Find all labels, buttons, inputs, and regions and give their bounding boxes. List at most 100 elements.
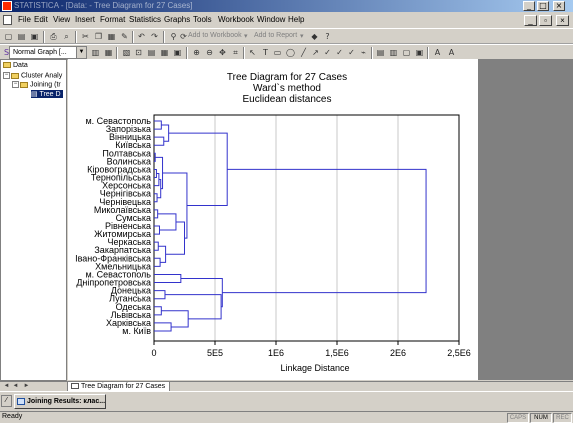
- menu-statistics[interactable]: Statistics: [129, 15, 161, 24]
- title-bar[interactable]: STATISTICA - [Data: - Tree Diagram for 2…: [0, 0, 573, 12]
- dendrogram-chart[interactable]: Tree Diagram for 27 Cases Ward`s method …: [68, 59, 478, 380]
- format-painter-icon[interactable]: ✎: [119, 31, 130, 42]
- freehand-tool-icon[interactable]: ✓: [322, 47, 333, 58]
- add-to-report-button[interactable]: Add to Report: [254, 32, 297, 39]
- text-tool-icon[interactable]: T: [260, 47, 271, 58]
- send-back-icon[interactable]: ▥: [388, 47, 399, 58]
- grid-lines: [214, 115, 399, 341]
- polygon-tool-icon[interactable]: ✓: [334, 47, 345, 58]
- x-axis-ticks: 0 5E5 1E6 1,5E6 2E6 2,5E6: [151, 341, 471, 358]
- add-to-workbook-button[interactable]: Add to Workbook: [188, 32, 242, 39]
- add-workbook-dropdown[interactable]: ▾: [244, 32, 248, 40]
- redo-icon[interactable]: ↷: [149, 31, 160, 42]
- line-tool-icon[interactable]: ╱: [298, 47, 309, 58]
- paste-icon[interactable]: ▦: [106, 31, 117, 42]
- document-icon[interactable]: [3, 15, 12, 25]
- task-joining-results[interactable]: Joining Results: клас...: [14, 394, 106, 409]
- graph-layout-icon[interactable]: ▥: [90, 47, 101, 58]
- font-size-icon[interactable]: A: [446, 47, 457, 58]
- mdi-close-button[interactable]: ×: [556, 15, 569, 26]
- taskbar: ⁄ Joining Results: клас...: [0, 391, 573, 411]
- undo-icon[interactable]: ↶: [136, 31, 147, 42]
- menu-bar: File Edit View Insert Format Statistics …: [0, 13, 573, 28]
- cut-icon[interactable]: ✂: [80, 31, 91, 42]
- menu-insert[interactable]: Insert: [75, 15, 95, 24]
- save-icon[interactable]: ▣: [29, 31, 40, 42]
- pan-icon[interactable]: ✥: [217, 47, 228, 58]
- menu-format[interactable]: Format: [100, 15, 125, 24]
- graph-type-select[interactable]: Normal Graph [... ▼: [9, 46, 87, 59]
- graph-window[interactable]: Tree Diagram for 27 Cases Ward`s method …: [68, 59, 478, 380]
- x-tick-label: 5E5: [207, 348, 223, 358]
- new-icon[interactable]: ▢: [3, 31, 14, 42]
- tab-first-arrow[interactable]: ◄: [2, 382, 11, 391]
- tree-node-joining[interactable]: − Joining (tr: [12, 81, 61, 88]
- mdi-restore-button[interactable]: ▫: [539, 15, 552, 26]
- graph-table-icon[interactable]: ▦: [159, 47, 170, 58]
- help-pointer-icon[interactable]: ?: [322, 31, 333, 42]
- open-icon[interactable]: ▤: [16, 31, 27, 42]
- arrow-tool-icon[interactable]: ↗: [310, 47, 321, 58]
- tree-node-cluster[interactable]: − Cluster Analy: [3, 72, 62, 79]
- x-tick-label: 0: [151, 348, 156, 358]
- minimize-button[interactable]: _: [523, 1, 535, 11]
- group-icon[interactable]: ▢: [401, 47, 412, 58]
- tree-root[interactable]: Data: [3, 62, 28, 69]
- menu-window[interactable]: Window: [257, 15, 285, 24]
- mdi-window-icon[interactable]: ⁄: [1, 395, 12, 407]
- chart-subtitle-2: Euclidean distances: [243, 94, 332, 105]
- ungroup-icon[interactable]: ▣: [414, 47, 425, 58]
- menu-edit[interactable]: Edit: [34, 15, 48, 24]
- marker-tool-icon[interactable]: ⌁: [358, 47, 369, 58]
- dendrogram-link: [222, 168, 427, 294]
- graph-toolbar: S Normal Graph [... ▼ ▥ ▦ ▧ ⊡ ▤ ▦ ▣ ⊕ ⊖ …: [0, 44, 573, 60]
- maximize-button[interactable]: □: [537, 1, 549, 11]
- sheet-tab-bar: ◄ ◄ ► Tree Diagram for 27 Cases: [0, 381, 573, 392]
- chevron-down-icon[interactable]: ▼: [76, 47, 86, 58]
- tab-prev-arrow[interactable]: ◄: [11, 382, 20, 391]
- menu-view[interactable]: View: [53, 15, 70, 24]
- print-preview-icon[interactable]: ⌕: [61, 31, 72, 42]
- graph-data-icon[interactable]: ▦: [103, 47, 114, 58]
- menu-tools[interactable]: Tools: [193, 15, 212, 24]
- folder-icon: [20, 81, 28, 88]
- menu-file[interactable]: File: [18, 15, 31, 24]
- brush-icon[interactable]: ⌗: [230, 47, 241, 58]
- graph-fit-icon[interactable]: ⊡: [133, 47, 144, 58]
- graph-doc-icon: [71, 383, 79, 390]
- graph-view-icon[interactable]: ▣: [172, 47, 183, 58]
- bring-front-icon[interactable]: ▤: [375, 47, 386, 58]
- add-report-dropdown[interactable]: ▾: [300, 32, 304, 40]
- pointer-icon[interactable]: ↖: [247, 47, 258, 58]
- status-num: NUM: [530, 413, 552, 423]
- dendrogram-link: [154, 209, 159, 219]
- dendrogram-link: [154, 136, 165, 146]
- app-window: STATISTICA - [Data: - Tree Diagram for 2…: [0, 0, 573, 423]
- close-button[interactable]: ×: [553, 1, 565, 11]
- x-tick-label: 2E6: [390, 348, 406, 358]
- menu-workbook[interactable]: Workbook: [218, 15, 254, 24]
- copy-icon[interactable]: ❐: [93, 31, 104, 42]
- statistica-icon[interactable]: ◆: [309, 31, 320, 42]
- zoom-in-icon[interactable]: ⊕: [191, 47, 202, 58]
- menu-help[interactable]: Help: [288, 15, 304, 24]
- print-icon[interactable]: ⎙: [48, 31, 59, 42]
- graph-options-icon[interactable]: ▤: [146, 47, 157, 58]
- dendrogram-link: [168, 132, 228, 207]
- mdi-minimize-button[interactable]: _: [524, 15, 537, 26]
- ellipse-tool-icon[interactable]: ◯: [285, 47, 296, 58]
- expand-icon[interactable]: −: [12, 81, 19, 88]
- tree-node-tree-diagram[interactable]: ▤ Tree D: [31, 90, 63, 98]
- dendrogram-link: [154, 225, 160, 235]
- zoom-out-icon[interactable]: ⊖: [204, 47, 215, 58]
- graph-properties-icon[interactable]: ▧: [121, 47, 132, 58]
- menu-graphs[interactable]: Graphs: [164, 15, 190, 24]
- polyline-tool-icon[interactable]: ✓: [346, 47, 357, 58]
- rectangle-tool-icon[interactable]: ▭: [272, 47, 283, 58]
- workbook-tree[interactable]: Data − Cluster Analy − Joining (tr ▤ Tree …: [0, 59, 67, 381]
- dendrogram-link: [154, 306, 162, 316]
- expand-icon[interactable]: −: [3, 72, 10, 79]
- window-icon: [17, 398, 25, 405]
- tab-next-arrow[interactable]: ►: [22, 382, 31, 391]
- fonts-icon[interactable]: A: [432, 47, 443, 58]
